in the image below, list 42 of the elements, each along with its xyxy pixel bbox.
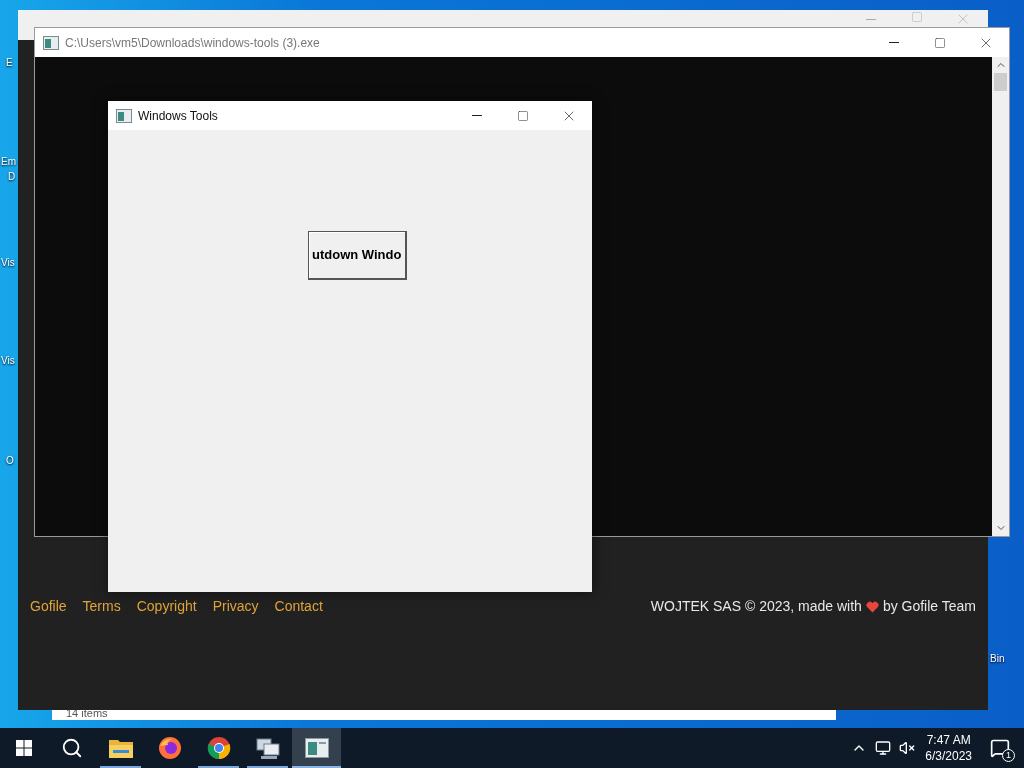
- windows-logo-icon: [16, 740, 32, 756]
- maximize-icon: [517, 109, 529, 122]
- search-icon: [61, 737, 83, 759]
- desktop-icon-label: E: [6, 58, 13, 68]
- minimize-icon: [889, 42, 899, 43]
- folder-icon: [108, 738, 133, 758]
- clock-time: 7:47 AM: [926, 732, 971, 748]
- browser-icon: [157, 736, 182, 760]
- browser-icon: [206, 736, 231, 760]
- shutdown-button[interactable]: utdown Windo: [308, 231, 407, 280]
- scrollbar-thumb[interactable]: [994, 73, 1007, 91]
- desktop-icon-label: Vis: [1, 356, 15, 366]
- clock[interactable]: 7:47 AM 6/3/2023: [925, 732, 972, 764]
- footer-link[interactable]: Privacy: [212, 596, 259, 617]
- footer-link[interactable]: Copyright: [136, 596, 197, 617]
- volume-muted-icon[interactable]: [899, 740, 916, 756]
- window-icon: [43, 35, 59, 50]
- window-icon: [304, 738, 329, 758]
- scrollbar[interactable]: [992, 57, 1009, 536]
- notification-count: 1: [1002, 749, 1015, 762]
- minimize-icon: [472, 115, 482, 116]
- desktop-icon-label: D: [8, 172, 16, 182]
- computers-icon: [254, 736, 281, 760]
- window-title: Windows Tools: [138, 107, 218, 125]
- network-icon[interactable]: [875, 740, 892, 756]
- window-title: C:\Users\vm5\Downloads\windows-tools (3).exe: [65, 34, 320, 52]
- desktop-icon-label: O: [6, 456, 14, 466]
- footer-link[interactable]: Contact: [274, 596, 323, 617]
- desktop-icon-label: Vis: [1, 258, 15, 268]
- window-icon: [116, 108, 132, 123]
- desktop-icon-label: Em: [1, 157, 16, 167]
- maximize-icon: [934, 36, 946, 49]
- footer-link[interactable]: Terms: [82, 596, 121, 617]
- footer-link[interactable]: Gofile: [30, 596, 67, 617]
- maximize-icon: [911, 11, 923, 23]
- credit-text: WOJTEK SAS © 2023, made with: [650, 597, 862, 616]
- minimize-icon: [866, 19, 876, 20]
- clock-date: 6/3/2023: [925, 748, 972, 764]
- taskbar-app[interactable]: [292, 728, 341, 768]
- heart-icon: [865, 600, 879, 613]
- credit-text: by Gofile Team: [882, 597, 976, 616]
- desktop-icon-label: Bin: [990, 654, 1005, 664]
